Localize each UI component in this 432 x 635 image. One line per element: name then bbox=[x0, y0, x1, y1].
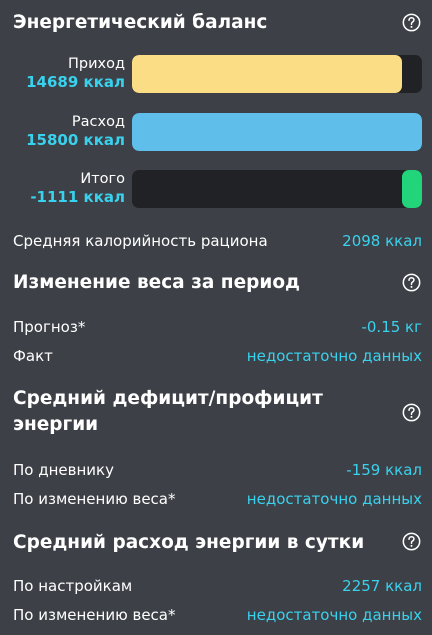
avg-calorie-value: 2098 ккал bbox=[342, 232, 422, 250]
income-bar-fill bbox=[132, 55, 402, 93]
deficit-by-weight-value: недостаточно данных bbox=[246, 490, 422, 508]
total-bar-label-group: Итого -1111 ккал bbox=[10, 170, 125, 206]
question-circle-icon[interactable] bbox=[402, 13, 421, 32]
energy-balance-title: Энергетический баланс bbox=[13, 12, 268, 33]
expense-by-settings-value: 2257 ккал bbox=[342, 577, 422, 595]
energy-balance-help-icon[interactable] bbox=[402, 13, 421, 32]
avg-deficit-title: Средний дефицит/профицит энергии bbox=[13, 386, 323, 438]
weight-change-help-icon[interactable] bbox=[402, 273, 421, 292]
deficit-by-diary-label: По дневнику bbox=[13, 461, 114, 479]
avg-expense-title: Средний расход энергии в сутки bbox=[13, 532, 365, 553]
weight-forecast-value: -0.15 кг bbox=[361, 318, 422, 336]
question-circle-icon[interactable] bbox=[402, 403, 421, 422]
weight-change-title: Изменение веса за период bbox=[13, 272, 300, 293]
weight-forecast-label: Прогноз* bbox=[13, 318, 86, 336]
deficit-by-weight-label: По изменению веса* bbox=[13, 490, 176, 508]
expense-bar-label-group: Расход 15800 ккал bbox=[10, 113, 125, 149]
total-bar bbox=[132, 170, 422, 208]
expense-by-weight-value: недостаточно данных bbox=[246, 606, 422, 624]
income-bar-value: 14689 ккал bbox=[26, 73, 125, 91]
avg-deficit-title-line2: энергии bbox=[13, 414, 99, 435]
deficit-by-diary-value: -159 ккал bbox=[346, 461, 422, 479]
weight-fact-label: Факт bbox=[13, 347, 53, 365]
avg-deficit-help-icon[interactable] bbox=[402, 403, 421, 422]
question-circle-icon[interactable] bbox=[402, 532, 421, 551]
expense-bar-value: 15800 ккал bbox=[26, 131, 125, 149]
income-bar bbox=[132, 55, 422, 93]
question-circle-icon[interactable] bbox=[402, 273, 421, 292]
expense-bar bbox=[132, 113, 422, 151]
expense-by-settings-label: По настройкам bbox=[13, 577, 133, 595]
income-bar-label-group: Приход 14689 ккал bbox=[10, 55, 125, 91]
total-bar-value: -1111 ккал bbox=[30, 188, 125, 206]
avg-calorie-label: Средняя калорийность рациона bbox=[13, 232, 268, 250]
expense-bar-fill bbox=[132, 113, 422, 151]
weight-fact-value: недостаточно данных bbox=[246, 347, 422, 365]
expense-by-weight-label: По изменению веса* bbox=[13, 606, 176, 624]
income-bar-label: Приход bbox=[67, 56, 125, 72]
total-bar-fill bbox=[401, 170, 422, 208]
avg-deficit-title-line1: Средний дефицит/профицит bbox=[13, 388, 323, 409]
total-bar-label: Итого bbox=[80, 171, 125, 187]
avg-expense-help-icon[interactable] bbox=[402, 532, 421, 551]
expense-bar-label: Расход bbox=[71, 114, 125, 130]
